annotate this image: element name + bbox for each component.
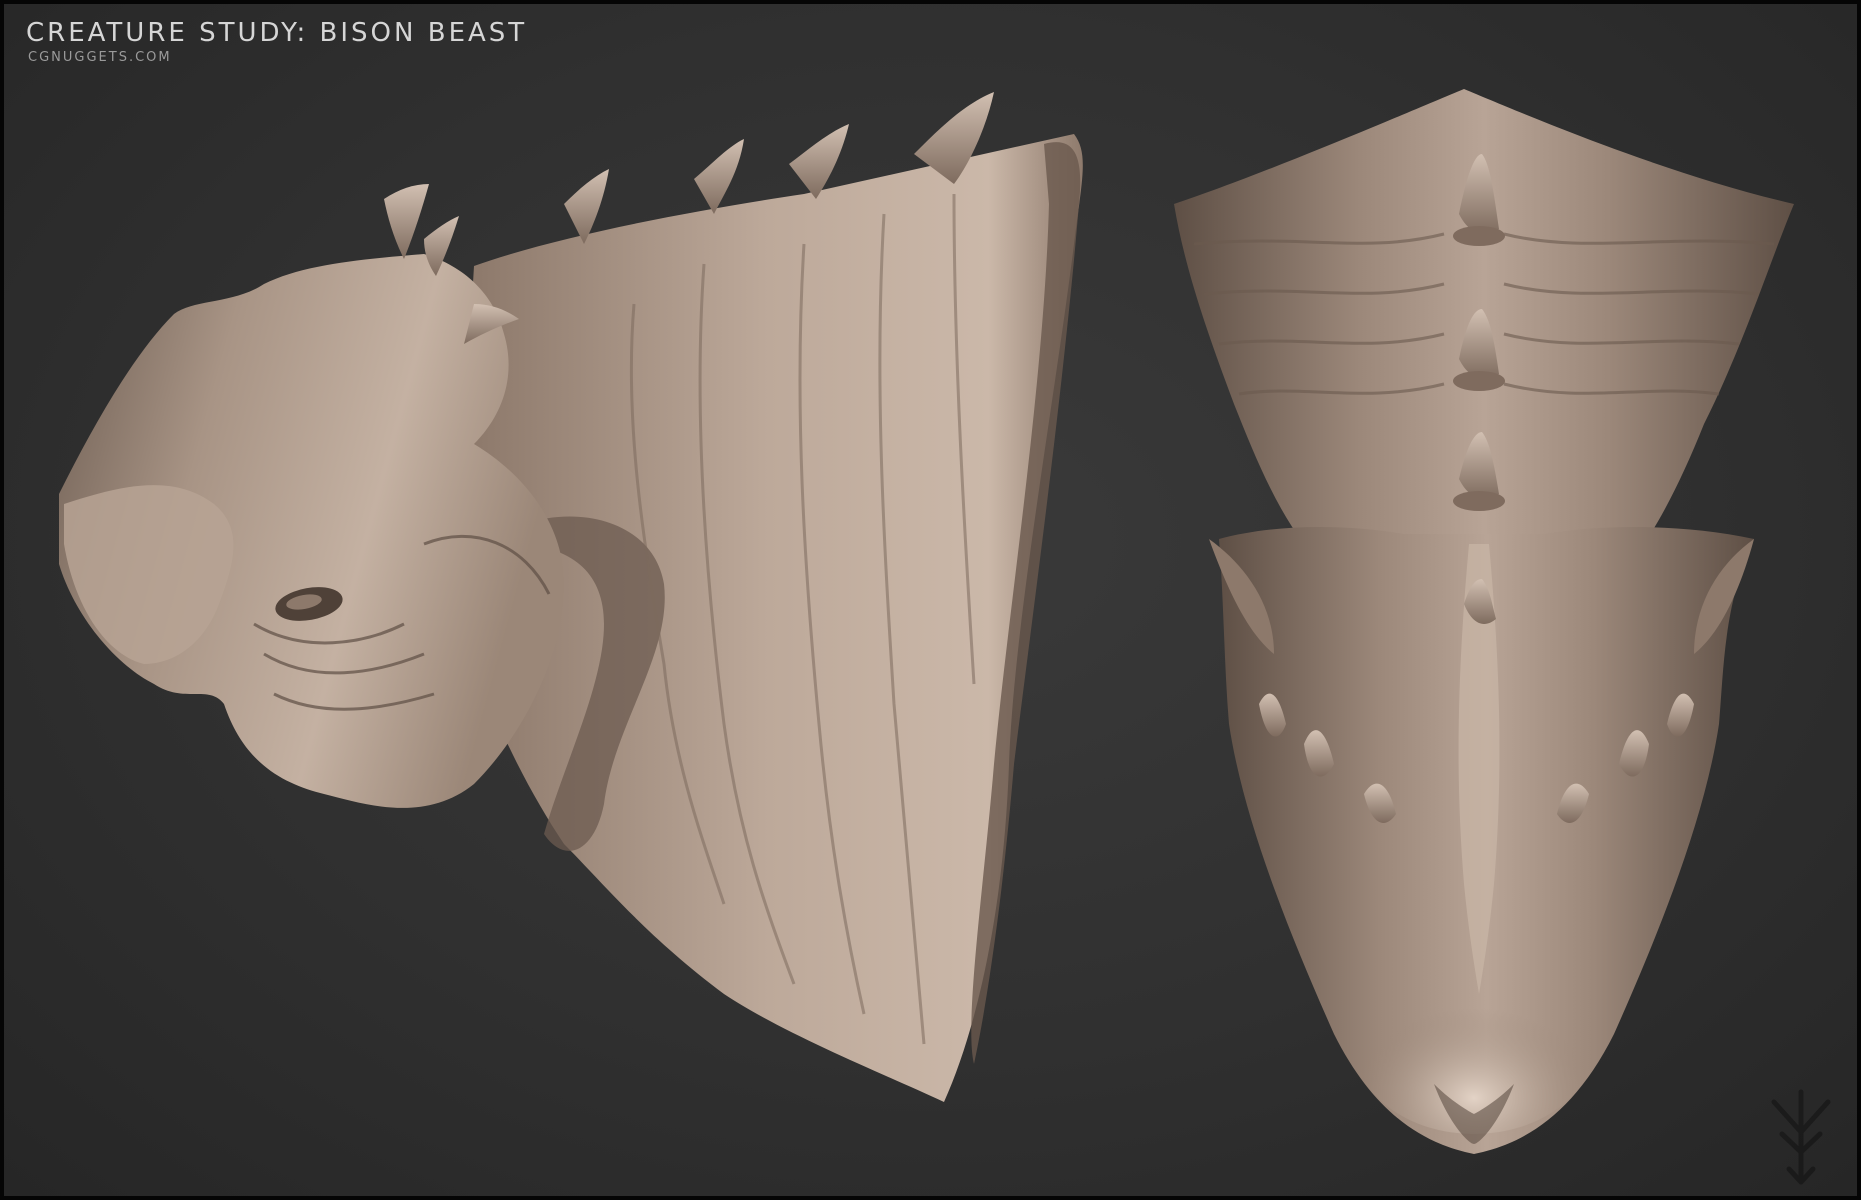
bison-beast-side-view xyxy=(59,92,1083,1102)
trident-arrow-logo-icon xyxy=(1771,1089,1831,1185)
bison-beast-top-view xyxy=(1174,89,1794,1154)
render-artwork xyxy=(59,89,1831,1185)
canvas-frame: CREATURE STUDY: BISON BEAST CGNUGGETS.CO… xyxy=(0,0,1861,1200)
